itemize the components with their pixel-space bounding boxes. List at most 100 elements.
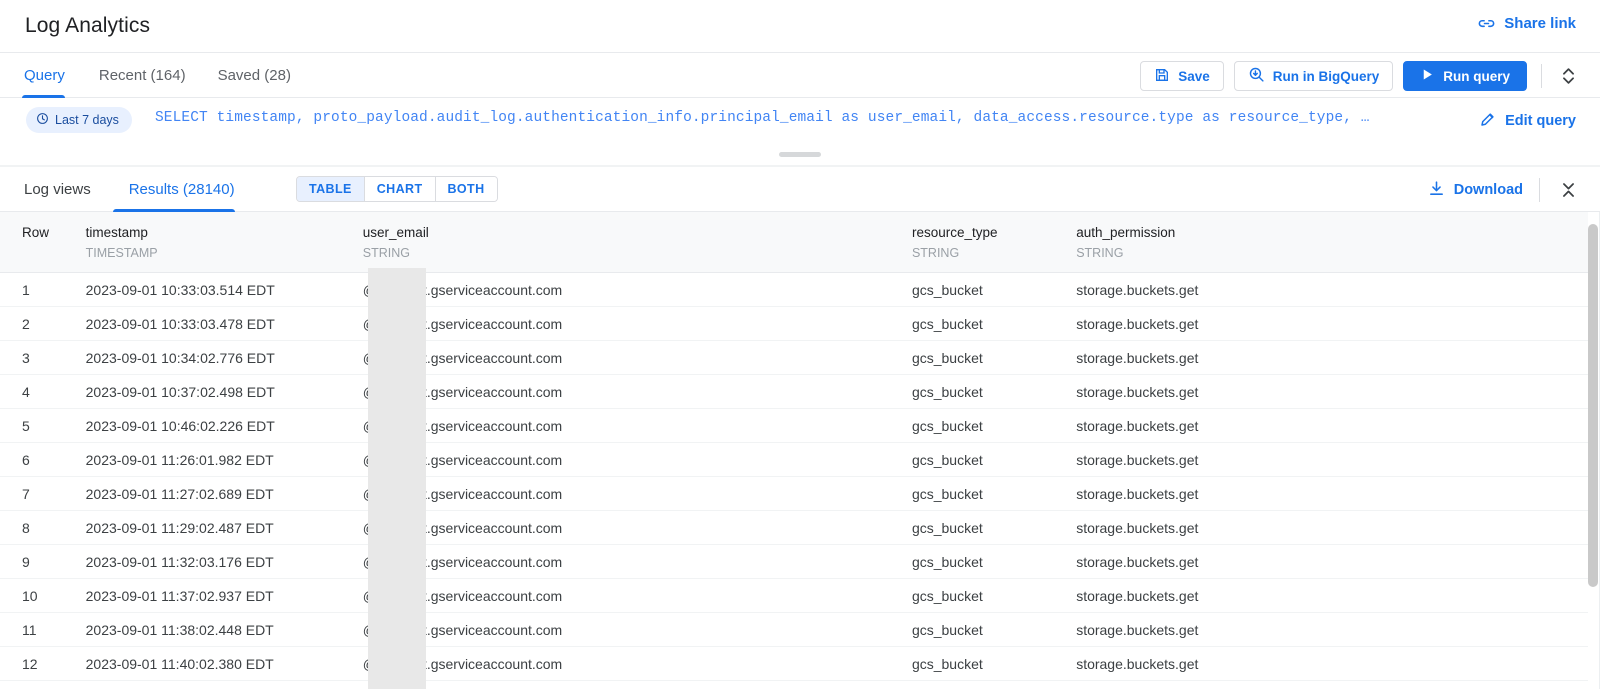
column-header-user-email[interactable]: user_email STRING (340, 212, 890, 273)
table-row[interactable]: 8 2023-09-01 11:29:02.487 EDT @appspot.gse… (0, 510, 1588, 545)
view-mode-segmented-control: TABLE CHART BOTH (296, 176, 498, 202)
column-header-resource-type-type: STRING (911, 246, 960, 260)
column-header-row-name: Row (22, 225, 50, 240)
cell-resource-type: gcs_bucket (889, 340, 1055, 375)
table-row[interactable]: 6 2023-09-01 11:26:01.982 EDT @appspot.gse… (0, 442, 1588, 477)
save-button[interactable]: Save (1140, 61, 1224, 91)
view-mode-both[interactable]: BOTH (435, 177, 497, 201)
view-mode-chart[interactable]: CHART (364, 177, 436, 201)
table-row[interactable]: 9 2023-09-01 11:32:03.176 EDT @appspot.gse… (0, 544, 1588, 579)
table-row[interactable]: 7 2023-09-01 11:27:02.689 EDT @appspot.gse… (0, 476, 1588, 511)
results-table-body: 1 2023-09-01 10:33:03.514 EDT @appspot.gse… (0, 272, 1588, 681)
cell-auth-permission: storage.buckets.get (1054, 272, 1588, 307)
tab-results[interactable]: Results (28140) (112, 167, 251, 212)
column-header-auth-permission[interactable]: auth_permission STRING (1054, 212, 1588, 273)
column-header-row[interactable]: Row (0, 212, 64, 273)
cell-timestamp: 2023-09-01 11:40:02.380 EDT (63, 646, 341, 681)
cell-auth-permission: storage.buckets.get (1054, 442, 1588, 477)
time-range-chip[interactable]: Last 7 days (26, 107, 132, 133)
save-label: Save (1178, 68, 1210, 84)
results-tab-bar: Log views Results (28140) TABLE CHART BO… (0, 167, 1600, 212)
title-bar: Log Analytics Share link (0, 0, 1600, 53)
view-mode-table[interactable]: TABLE (297, 177, 365, 201)
cell-row: 2 (0, 306, 64, 341)
results-table-head: Row timestamp TIMESTAMP user_email STRIN… (0, 212, 1588, 273)
table-row[interactable]: 5 2023-09-01 10:46:02.226 EDT @appspot.gse… (0, 408, 1588, 443)
cell-row: 10 (0, 578, 64, 613)
edit-query-label: Edit query (1505, 113, 1576, 129)
column-header-timestamp-type: TIMESTAMP (85, 246, 158, 260)
download-label: Download (1453, 182, 1523, 198)
cell-timestamp: 2023-09-01 11:26:01.982 EDT (63, 442, 341, 477)
run-in-bigquery-button[interactable]: Run in BigQuery (1233, 61, 1394, 91)
cell-auth-permission: storage.buckets.get (1054, 476, 1588, 511)
cell-row: 3 (0, 340, 64, 375)
splitter-drag-handle[interactable] (779, 152, 821, 157)
tab-query-label: Query (24, 67, 65, 84)
share-link-label: Share link (1504, 15, 1576, 32)
table-vertical-scrollbar[interactable] (1588, 214, 1598, 687)
cell-row: 12 (0, 646, 64, 681)
sql-query-text[interactable]: SELECT timestamp, proto_payload.audit_lo… (155, 110, 1370, 126)
cell-auth-permission: storage.buckets.get (1054, 510, 1588, 545)
collapse-chevrons-icon[interactable] (1556, 175, 1580, 205)
query-actions: Save Run in BigQuery Run query (1140, 61, 1580, 91)
cell-auth-permission: storage.buckets.get (1054, 374, 1588, 409)
expand-collapse-chevrons-icon[interactable] (1556, 61, 1580, 91)
link-icon (1477, 14, 1496, 33)
cell-timestamp: 2023-09-01 11:37:02.937 EDT (63, 578, 341, 613)
tab-recent[interactable]: Recent (164) (83, 53, 202, 98)
cell-resource-type: gcs_bucket (889, 612, 1055, 647)
column-header-timestamp[interactable]: timestamp TIMESTAMP (63, 212, 341, 273)
clock-icon (36, 112, 49, 128)
results-table-container[interactable]: Row timestamp TIMESTAMP user_email STRIN… (0, 212, 1600, 689)
column-header-auth-permission-name: auth_permission (1076, 225, 1176, 240)
table-row[interactable]: 2 2023-09-01 10:33:03.478 EDT @appspot.gse… (0, 306, 1588, 341)
view-mode-both-label: BOTH (447, 182, 485, 196)
column-header-resource-type-name: resource_type (911, 225, 998, 240)
tab-log-views[interactable]: Log views (22, 167, 113, 212)
results-toolbar-divider (1539, 178, 1540, 202)
cell-auth-permission: storage.buckets.get (1054, 340, 1588, 375)
table-row[interactable]: 1 2023-09-01 10:33:03.514 EDT @appspot.gse… (0, 272, 1588, 307)
query-tab-bar: Query Recent (164) Saved (28) Save Run i… (0, 53, 1600, 98)
share-link-button[interactable]: Share link (1477, 14, 1576, 33)
cell-row: 7 (0, 476, 64, 511)
cell-resource-type: gcs_bucket (889, 408, 1055, 443)
results-tabs: Log views Results (28140) (22, 167, 251, 212)
edit-query-button[interactable]: Edit query (1479, 110, 1576, 132)
cell-resource-type: gcs_bucket (889, 374, 1055, 409)
cell-auth-permission: storage.buckets.get (1054, 544, 1588, 579)
page-title: Log Analytics (25, 14, 151, 37)
cell-auth-permission: storage.buckets.get (1054, 408, 1588, 443)
table-row[interactable]: 10 2023-09-01 11:37:02.937 EDT @appspot.gs… (0, 578, 1588, 613)
bigquery-magnifier-icon (1248, 66, 1265, 86)
tab-log-views-label: Log views (24, 181, 91, 198)
cell-row: 1 (0, 272, 64, 307)
cell-resource-type: gcs_bucket (889, 578, 1055, 613)
cell-timestamp: 2023-09-01 11:32:03.176 EDT (63, 544, 341, 579)
tab-query[interactable]: Query (22, 53, 83, 98)
download-arrow-icon (1428, 180, 1445, 201)
cell-timestamp: 2023-09-01 11:29:02.487 EDT (63, 510, 341, 545)
cell-timestamp: 2023-09-01 10:46:02.226 EDT (63, 408, 341, 443)
results-bar-actions: Download (1428, 175, 1580, 205)
cell-resource-type: gcs_bucket (889, 476, 1055, 511)
table-row[interactable]: 3 2023-09-01 10:34:02.776 EDT @appspot.gse… (0, 340, 1588, 375)
table-row[interactable]: 4 2023-09-01 10:37:02.498 EDT @appspot.gse… (0, 374, 1588, 409)
column-header-user-email-name: user_email (362, 225, 429, 240)
toolbar-divider (1541, 64, 1542, 88)
table-row[interactable]: 12 2023-09-01 11:40:02.380 EDT @appspot.gs… (0, 646, 1588, 681)
view-mode-table-label: TABLE (309, 182, 352, 196)
column-header-resource-type[interactable]: resource_type STRING (889, 212, 1055, 273)
cell-resource-type: gcs_bucket (889, 442, 1055, 477)
cell-row: 4 (0, 374, 64, 409)
cell-resource-type: gcs_bucket (889, 646, 1055, 681)
cell-row: 5 (0, 408, 64, 443)
play-triangle-icon (1420, 67, 1435, 85)
table-row[interactable]: 11 2023-09-01 11:38:02.448 EDT @appspot.gs… (0, 612, 1588, 647)
tab-saved[interactable]: Saved (28) (202, 53, 307, 98)
download-button[interactable]: Download (1428, 180, 1523, 201)
run-query-button[interactable]: Run query (1403, 61, 1527, 91)
table-scrollbar-thumb[interactable] (1588, 224, 1598, 587)
